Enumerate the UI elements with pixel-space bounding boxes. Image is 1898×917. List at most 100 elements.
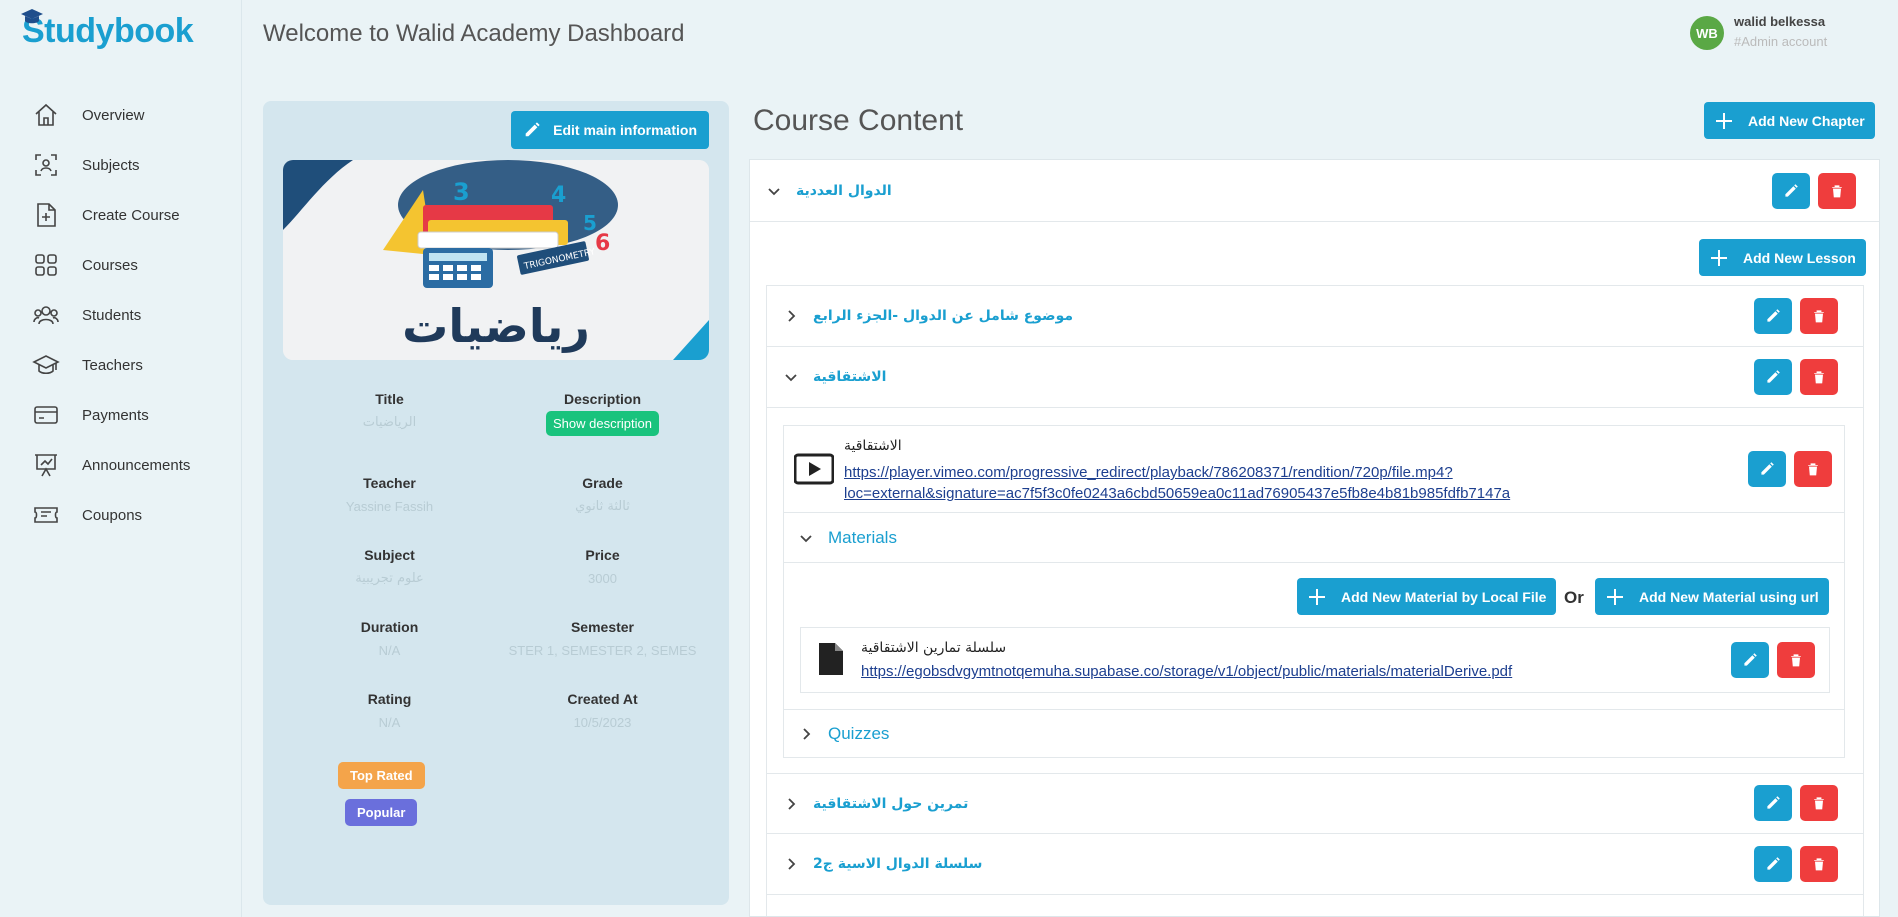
- lesson-title: الاشتقاقية: [813, 369, 887, 385]
- sidebar-item-courses[interactable]: Courses: [0, 240, 242, 290]
- edit-main-information-button[interactable]: Edit main information: [511, 111, 709, 149]
- trash-icon: [1814, 797, 1824, 810]
- edit-material-button[interactable]: [1731, 642, 1769, 678]
- quizzes-label: Quizzes: [828, 724, 890, 743]
- chevron-down-icon[interactable]: [768, 185, 780, 197]
- user-role: #Admin account: [1734, 34, 1828, 49]
- chapter-header[interactable]: الدوال العددية: [750, 160, 1879, 222]
- chevron-right-icon[interactable]: [800, 728, 812, 740]
- delete-lesson-button[interactable]: [1800, 846, 1838, 882]
- delete-chapter-button[interactable]: [1818, 173, 1856, 209]
- sidebar-nav: Overview Subjects Create Course Courses …: [0, 90, 242, 540]
- sidebar-item-overview[interactable]: Overview: [0, 90, 242, 140]
- trash-icon: [1832, 185, 1842, 198]
- sidebar-item-label: Coupons: [82, 506, 143, 524]
- edit-lesson-button[interactable]: [1754, 846, 1792, 882]
- graduation-cap-icon: [32, 355, 60, 375]
- pencil-icon: [1767, 857, 1780, 870]
- users-icon: [33, 306, 59, 325]
- presentation-icon: [35, 454, 57, 477]
- popular-badge: Popular: [345, 799, 418, 826]
- quizzes-header[interactable]: Quizzes: [784, 709, 1844, 758]
- svg-text:6: 6: [595, 231, 610, 256]
- add-chapter-label: Add New Chapter: [1748, 112, 1865, 129]
- svg-text:4: 4: [551, 183, 566, 208]
- edit-main-label: Edit main information: [553, 122, 697, 138]
- grade-label: Grade: [582, 475, 623, 491]
- pencil-icon: [1767, 370, 1780, 383]
- user-menu[interactable]: WB walid belkessa #Admin account: [1690, 14, 1827, 50]
- chevron-down-icon[interactable]: [785, 371, 797, 383]
- add-new-chapter-button[interactable]: Add New Chapter: [1704, 102, 1875, 139]
- materials-header[interactable]: Materials: [784, 513, 1844, 563]
- edit-lesson-button[interactable]: [1754, 298, 1792, 334]
- lesson-row[interactable]: سلسلة الدوال الاسية ج2: [767, 834, 1863, 895]
- duration-value: N/A: [378, 643, 401, 658]
- delete-video-button[interactable]: [1794, 451, 1832, 487]
- sidebar-item-coupons[interactable]: Coupons: [0, 490, 242, 540]
- plus-icon: [1716, 112, 1732, 129]
- lesson-title: سلسلة الدوال الاسية ج2: [813, 856, 983, 872]
- sidebar-item-announcements[interactable]: Announcements: [0, 440, 242, 490]
- svg-text:رياضيات: رياضيات: [402, 299, 590, 353]
- sidebar-item-create-course[interactable]: Create Course: [0, 190, 242, 240]
- pencil-icon: [1761, 462, 1774, 475]
- delete-lesson-button[interactable]: [1800, 298, 1838, 334]
- chevron-right-icon[interactable]: [785, 797, 797, 810]
- edit-video-button[interactable]: [1748, 451, 1786, 487]
- sidebar-item-label: Overview: [82, 106, 145, 124]
- video-url-link[interactable]: https://player.vimeo.com/progressive_red…: [844, 464, 1510, 502]
- user-name: walid belkessa: [1734, 14, 1826, 29]
- sidebar-item-teachers[interactable]: Teachers: [0, 340, 242, 390]
- delete-material-button[interactable]: [1777, 642, 1815, 678]
- grid-icon: [35, 254, 57, 276]
- edit-lesson-button[interactable]: [1754, 359, 1792, 395]
- credit-card-icon: [34, 406, 58, 424]
- chevron-right-icon[interactable]: [785, 858, 797, 870]
- created-at-value: 10/5/2023: [573, 715, 632, 730]
- pencil-icon: [1785, 184, 1798, 197]
- play-video-icon: [794, 453, 834, 485]
- delete-lesson-button[interactable]: [1800, 785, 1838, 821]
- sidebar-item-students[interactable]: Students: [0, 290, 242, 340]
- delete-lesson-button[interactable]: [1800, 359, 1838, 395]
- pencil-icon: [1744, 653, 1757, 666]
- lesson-row[interactable]: موضوع شامل عن الدوال -الجزء الرابع: [767, 286, 1863, 347]
- add-material-url-label: Add New Material using url: [1639, 588, 1819, 605]
- chevron-right-icon[interactable]: [785, 310, 797, 322]
- lesson-row-expanded[interactable]: الاشتقاقية: [767, 347, 1863, 408]
- course-info-grid: Title الرياضيات Description Show descrip…: [283, 391, 709, 763]
- add-material-local-file-button[interactable]: Add New Material by Local File: [1297, 578, 1557, 615]
- title-value: الرياضيات: [362, 415, 417, 430]
- add-new-lesson-button[interactable]: Add New Lesson: [1699, 239, 1866, 276]
- trash-icon: [1808, 463, 1818, 476]
- semester-value: STER 1, SEMESTER 2, SEMES: [508, 643, 697, 658]
- sidebar: Studybook Overview Subjects Create Cours…: [0, 0, 242, 917]
- pencil-icon: [1767, 309, 1780, 322]
- add-lesson-label: Add New Lesson: [1743, 249, 1856, 266]
- teacher-value: Yassine Fassih: [345, 499, 434, 514]
- avatar: WB: [1690, 16, 1724, 50]
- material-url-link[interactable]: https://egobsdvgymtnotqemuha.supabase.co…: [861, 663, 1512, 680]
- edit-lesson-button[interactable]: [1754, 785, 1792, 821]
- subject-label: Subject: [364, 547, 415, 563]
- svg-text:3: 3: [453, 178, 470, 206]
- show-description-button[interactable]: Show description: [546, 411, 659, 436]
- chevron-down-icon[interactable]: [800, 532, 812, 544]
- sidebar-item-subjects[interactable]: Subjects: [0, 140, 242, 190]
- sidebar-item-label: Announcements: [82, 456, 191, 474]
- course-content-panel: الدوال العددية Add New Lesson موضوع شامل…: [749, 159, 1880, 917]
- sidebar-item-label: Payments: [82, 406, 149, 424]
- trash-icon: [1814, 310, 1824, 323]
- brand-logo[interactable]: Studybook: [21, 9, 194, 51]
- course-cover-image: 3 4 5 6 TRIGONOMETRY رياضيات: [283, 160, 709, 360]
- video-item: الاشتقاقية https://player.vimeo.com/prog…: [784, 426, 1844, 513]
- sidebar-item-label: Create Course: [82, 206, 180, 224]
- add-material-url-button[interactable]: Add New Material using url: [1595, 578, 1829, 615]
- course-content-title: Course Content: [753, 104, 964, 137]
- sidebar-item-label: Courses: [82, 256, 138, 274]
- lesson-row[interactable]: تمرين حول الاشتقاقية: [767, 773, 1863, 834]
- sidebar-item-payments[interactable]: Payments: [0, 390, 242, 440]
- edit-chapter-button[interactable]: [1772, 173, 1810, 209]
- chapter-title: الدوال العددية: [796, 182, 892, 199]
